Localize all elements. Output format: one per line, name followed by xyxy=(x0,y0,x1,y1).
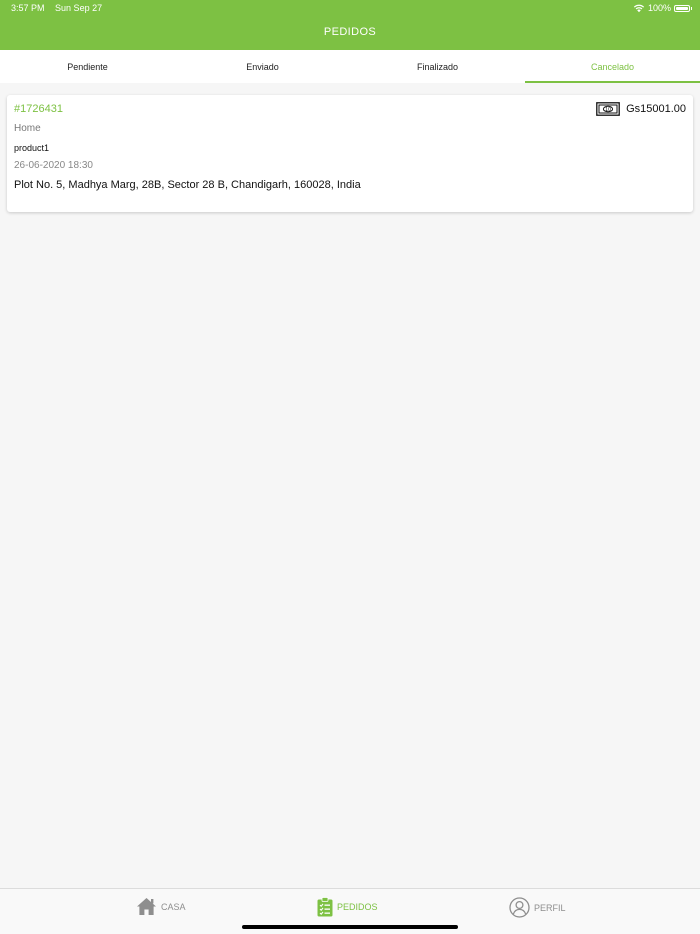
nav-casa-label: CASA xyxy=(161,901,186,912)
nav-pedidos[interactable]: PEDIDOS xyxy=(317,897,378,917)
home-icon xyxy=(137,898,156,915)
svg-text:10: 10 xyxy=(605,107,611,113)
order-card[interactable]: #1726431 10 Gs15001.00 Home product1 26-… xyxy=(7,95,693,212)
status-bar: 3:57 PM Sun Sep 27 100% xyxy=(0,0,700,16)
money-icon: 10 xyxy=(596,102,620,116)
nav-perfil[interactable]: PERFIL xyxy=(509,897,566,918)
order-address: Plot No. 5, Madhya Marg, 28B, Sector 28 … xyxy=(14,179,361,191)
home-indicator[interactable] xyxy=(242,925,458,929)
status-clock: 3:57 PM Sun Sep 27 xyxy=(11,0,102,16)
order-datetime: 26-06-2020 18:30 xyxy=(14,160,93,171)
order-price: 10 Gs15001.00 xyxy=(596,102,686,116)
tab-pendiente[interactable]: Pendiente xyxy=(0,50,175,83)
status-date: Sun Sep 27 xyxy=(55,3,103,13)
page-title: PEDIDOS xyxy=(323,26,377,38)
clipboard-icon xyxy=(317,897,333,917)
order-product: product1 xyxy=(14,143,50,153)
order-type: Home xyxy=(14,123,41,134)
nav-pedidos-label: PEDIDOS xyxy=(337,902,378,912)
tab-finalizado[interactable]: Finalizado xyxy=(350,50,525,83)
tab-enviado[interactable]: Enviado xyxy=(175,50,350,83)
status-time: 3:57 PM xyxy=(11,3,45,13)
nav-perfil-label: PERFIL xyxy=(534,902,566,913)
order-id: #1726431 xyxy=(14,103,63,115)
tab-cancelado[interactable]: Cancelado xyxy=(525,50,700,83)
order-status-tabs: Pendiente Enviado Finalizado Cancelado xyxy=(0,50,700,83)
battery-icon xyxy=(674,4,692,12)
order-price-value: Gs15001.00 xyxy=(626,103,686,115)
app-header: 3:57 PM Sun Sep 27 100% PEDIDOS xyxy=(0,0,700,50)
status-indicators: 100% xyxy=(633,0,692,16)
user-icon xyxy=(509,897,530,918)
battery-percent: 100% xyxy=(647,3,671,13)
nav-casa[interactable]: CASA xyxy=(136,897,186,916)
wifi-icon xyxy=(633,4,645,13)
